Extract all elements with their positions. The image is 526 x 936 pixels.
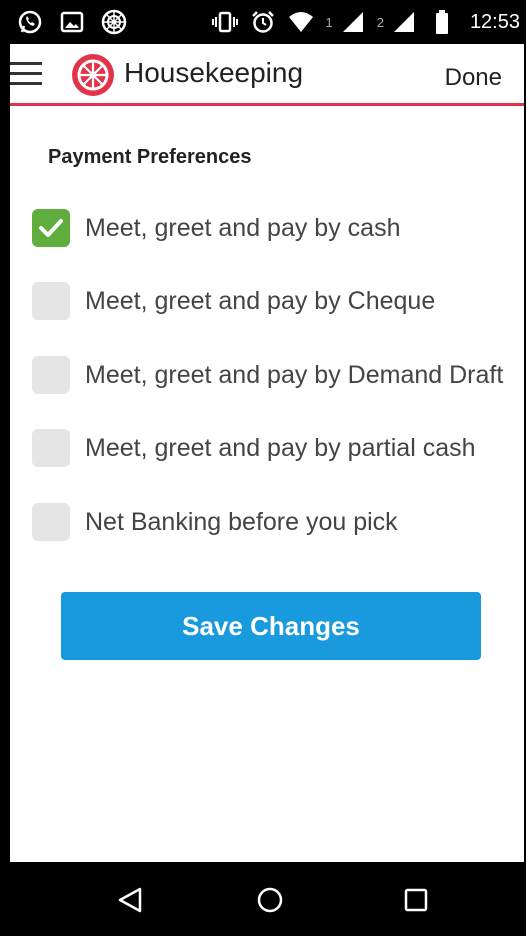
- app-wheel-icon: [100, 8, 128, 36]
- signal-sim2-icon: [390, 8, 418, 36]
- checkbox-unchecked[interactable]: [32, 503, 70, 541]
- sim2-label: 2: [376, 14, 384, 30]
- signal-sim1-icon: [339, 8, 367, 36]
- option-label: Meet, greet and pay by partial cash: [85, 433, 476, 462]
- device-frame: 1 2 12:53 Housekeeping Done Payment Pref…: [0, 0, 526, 936]
- payment-option-cheque[interactable]: Meet, greet and pay by Cheque: [32, 280, 512, 322]
- whatsapp-icon: [16, 8, 44, 36]
- app-bar: Housekeeping Done: [10, 44, 524, 106]
- payment-option-net-banking[interactable]: Net Banking before you pick: [32, 501, 512, 543]
- done-button[interactable]: Done: [445, 64, 502, 92]
- battery-icon: [428, 8, 456, 36]
- option-label: Meet, greet and pay by Cheque: [85, 286, 436, 315]
- back-icon[interactable]: [110, 880, 150, 920]
- screen: 1 2 12:53 Housekeeping Done Payment Pref…: [10, 0, 524, 936]
- recents-icon[interactable]: [396, 880, 436, 920]
- sim1-label: 1: [325, 14, 333, 30]
- checkbox-unchecked[interactable]: [32, 429, 70, 467]
- option-label: Meet, greet and pay by Demand Draft: [85, 360, 504, 389]
- home-icon[interactable]: [250, 880, 290, 920]
- status-bar: 1 2 12:53: [10, 0, 524, 44]
- housekeeping-logo-icon: [70, 52, 116, 98]
- payment-option-cash[interactable]: Meet, greet and pay by cash: [32, 207, 512, 249]
- hamburger-menu-icon[interactable]: [10, 58, 42, 90]
- section-title: Payment Preferences: [48, 146, 252, 168]
- checkbox-checked[interactable]: [32, 209, 70, 247]
- vibrate-icon: [211, 8, 239, 36]
- clock: 12:53: [469, 10, 520, 33]
- gallery-icon: [58, 8, 86, 36]
- wifi-icon: [287, 8, 315, 36]
- option-label: Net Banking before you pick: [85, 507, 398, 536]
- alarm-icon: [249, 8, 277, 36]
- payment-option-demand-draft[interactable]: Meet, greet and pay by Demand Draft: [32, 354, 512, 396]
- payment-option-partial-cash[interactable]: Meet, greet and pay by partial cash: [32, 427, 512, 469]
- save-changes-button[interactable]: Save Changes: [61, 592, 481, 660]
- app-title: Housekeeping: [124, 57, 304, 88]
- checkbox-unchecked[interactable]: [32, 282, 70, 320]
- checkbox-unchecked[interactable]: [32, 356, 70, 394]
- checkmark-icon: [39, 219, 63, 237]
- option-label: Meet, greet and pay by cash: [85, 213, 401, 242]
- navigation-bar: [10, 862, 524, 936]
